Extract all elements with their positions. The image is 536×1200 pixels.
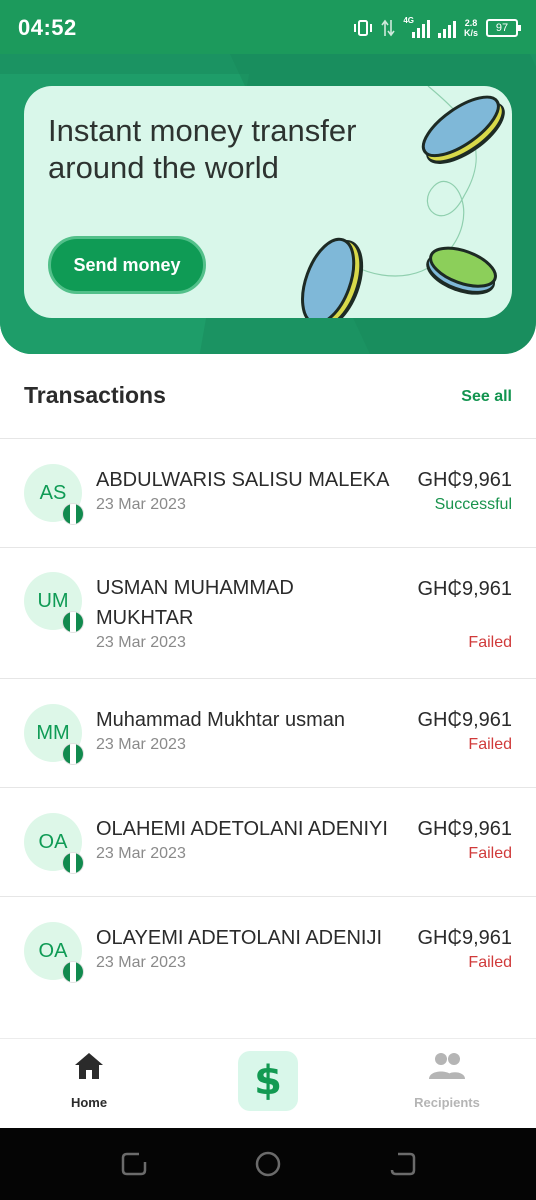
recipient-name: USMAN MUHAMMAD MUKHTAR [96,577,294,629]
home-icon [75,1053,103,1079]
transactions-title: Transactions [24,382,166,408]
transaction-status: Failed [468,634,512,651]
nav-recipients-label: Recipients [414,1095,480,1110]
signal-icon [411,18,430,38]
avatar-initials: OA [38,830,68,853]
status-time: 04:52 [18,15,77,40]
avatar-initials: MM [36,721,70,744]
see-all-link[interactable]: See all [461,388,512,406]
avatar-initials: OA [38,939,68,962]
nav-home-label: Home [70,1095,108,1110]
transaction-amount: GH₵9,961 [417,578,513,600]
speed-unit: K/s [463,28,478,38]
transaction-date: 23 Mar 2023 [96,845,186,862]
transactions-list: AS ABDULWARIS SALISU MALEKA 23 Mar 2023 … [0,438,536,1005]
battery-icon: 97 [486,19,521,37]
transaction-amount: GH₵9,961 [417,927,513,949]
network-speed: 2.8 K/s [464,18,478,38]
nigeria-flag-icon [62,611,84,633]
vibrate-icon [354,20,373,36]
recipients-icon [429,1053,465,1079]
avatar: OA [24,813,84,874]
transaction-row[interactable]: UM USMAN MUHAMMAD MUKHTAR 23 Mar 2023 GH… [0,547,536,678]
status-icons: 4G 2.8 K/s 97 [353,15,521,41]
promo-card: Instant money transfer around the world … [24,86,512,318]
promo-title: Instant money transfer around the world [48,113,357,185]
transaction-status: Failed [468,736,512,753]
recipient-name: OLAYEMI ADETOLANI ADENIJI [96,927,383,949]
nigeria-flag-icon [62,743,84,765]
dollar-icon: $ [254,1058,282,1104]
send-money-nav-button[interactable]: $ [238,1051,298,1111]
transaction-row[interactable]: OA OLAYEMI ADETOLANI ADENIJI 23 Mar 2023… [0,896,536,1005]
avatar-initials: UM [37,589,69,612]
transaction-amount: GH₵9,961 [417,818,513,840]
back-icon[interactable] [388,1149,418,1179]
avatar-initials: AS [39,481,67,504]
send-money-button[interactable]: Send money [48,236,206,294]
nigeria-flag-icon [62,503,84,525]
home-system-icon[interactable] [253,1149,283,1179]
avatar: UM [24,572,84,633]
transaction-amount: GH₵9,961 [417,469,513,491]
transactions-header: Transactions See all [24,382,512,412]
nigeria-flag-icon [62,961,84,983]
speed-value: 2.8 [464,18,478,28]
transaction-date: 23 Mar 2023 [96,496,186,513]
recent-apps-icon[interactable] [119,1149,149,1179]
bottom-nav: Home $ Recipients [0,1038,536,1129]
transaction-status: Failed [468,954,512,971]
system-nav-bar [0,1128,536,1200]
signal-icon-2 [437,18,456,38]
transaction-date: 23 Mar 2023 [96,634,186,651]
transaction-amount: GH₵9,961 [417,709,513,731]
transaction-row[interactable]: AS ABDULWARIS SALISU MALEKA 23 Mar 2023 … [0,438,536,547]
recipient-name: ABDULWARIS SALISU MALEKA [96,469,390,491]
recipient-name: Muhammad Mukhtar usman [96,709,345,731]
transaction-status: Successful [434,496,512,513]
status-bar: 04:52 4G 2.8 K/s 97 [0,0,536,54]
nigeria-flag-icon [62,852,84,874]
transaction-date: 23 Mar 2023 [96,954,186,971]
nav-home[interactable]: Home [29,1039,149,1129]
recipient-name: OLAHEMI ADETOLANI ADENIYI [96,818,388,840]
transaction-status: Failed [468,845,512,862]
avatar: MM [24,704,84,765]
nav-recipients[interactable]: Recipients [387,1039,507,1129]
avatar: OA [24,922,84,983]
network-type: 4G [403,15,414,25]
transaction-row[interactable]: MM Muhammad Mukhtar usman 23 Mar 2023 GH… [0,678,536,787]
data-arrows-icon [381,19,395,37]
avatar: AS [24,464,84,525]
transaction-row[interactable]: OA OLAHEMI ADETOLANI ADENIYI 23 Mar 2023… [0,787,536,896]
transaction-date: 23 Mar 2023 [96,736,186,753]
